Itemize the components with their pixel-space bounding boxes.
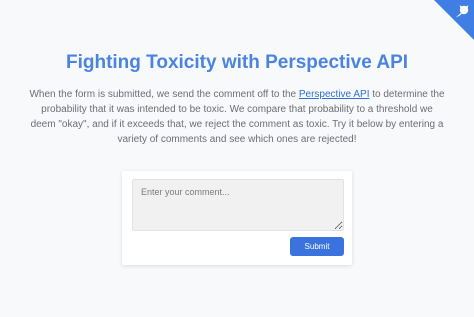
github-corner-link[interactable] bbox=[434, 0, 474, 40]
github-octocat-icon bbox=[434, 0, 474, 40]
comment-textarea[interactable] bbox=[132, 179, 344, 231]
page-title: Fighting Toxicity with Perspective API bbox=[65, 52, 409, 73]
intro-text-before-link: When the form is submitted, we send the … bbox=[29, 89, 299, 100]
page: Fighting Toxicity with Perspective API W… bbox=[0, 0, 474, 317]
submit-button[interactable]: Submit bbox=[290, 237, 344, 256]
intro-paragraph: When the form is submitted, we send the … bbox=[28, 87, 446, 147]
perspective-api-link[interactable]: Perspective API bbox=[299, 89, 370, 100]
comment-form-card: Submit bbox=[122, 171, 352, 265]
